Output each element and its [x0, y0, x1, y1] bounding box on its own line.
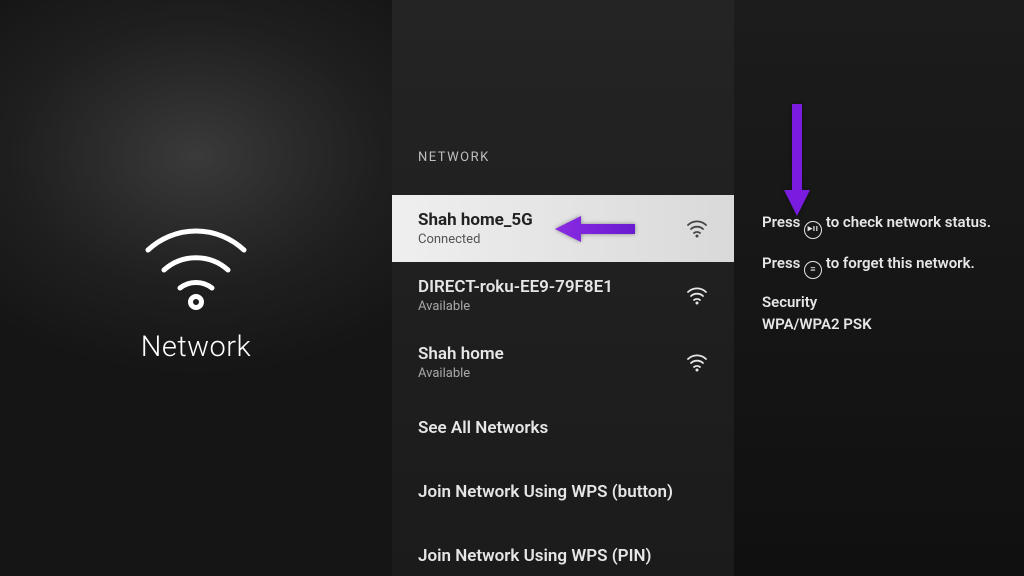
forget-network-hint: Press ≡ to forget this network. — [762, 253, 996, 280]
wifi-signal-icon — [686, 354, 708, 372]
check-status-hint: Press ▸ıı to check network status. — [762, 212, 996, 239]
network-item[interactable]: DIRECT-roku-EE9-79F8E1 Available — [392, 262, 734, 329]
security-label: Security — [762, 293, 996, 311]
network-item[interactable]: Shah home Available — [392, 329, 734, 396]
security-value: WPA/WPA2 PSK — [762, 315, 996, 333]
detail-pane: Press ▸ıı to check network status. Press… — [734, 0, 1024, 576]
network-status: Available — [418, 299, 686, 314]
network-item-connected[interactable]: Shah home_5G Connected — [392, 195, 734, 262]
network-name: DIRECT-roku-EE9-79F8E1 — [418, 277, 686, 297]
network-status: Connected — [418, 232, 686, 247]
join-wps-pin[interactable]: Join Network Using WPS (PIN) — [392, 524, 734, 576]
see-all-networks[interactable]: See All Networks — [392, 396, 734, 460]
section-heading: NETWORK — [392, 150, 734, 195]
wifi-signal-icon — [686, 287, 708, 305]
network-name: Shah home — [418, 344, 686, 364]
network-name: Shah home_5G — [418, 210, 686, 230]
join-wps-button[interactable]: Join Network Using WPS (button) — [392, 460, 734, 524]
network-list: NETWORK Shah home_5G Connected DIR — [392, 0, 734, 576]
page-title: Network — [141, 330, 252, 364]
network-status: Available — [418, 366, 686, 381]
wifi-signal-icon — [686, 220, 708, 238]
sidebar: Network — [0, 0, 392, 576]
menu-icon: ≡ — [804, 261, 822, 279]
wifi-icon — [136, 220, 256, 310]
play-pause-icon: ▸ıı — [804, 221, 822, 239]
